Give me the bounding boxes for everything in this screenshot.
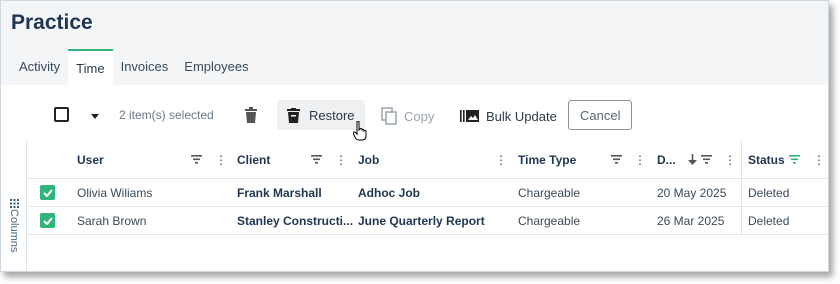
cancel-button[interactable]: Cancel (568, 100, 633, 130)
page-header: Practice Activity Time Invoices Employee… (1, 1, 828, 85)
row-checkbox[interactable] (40, 207, 55, 234)
cell-date: 26 Mar 2025 (657, 213, 725, 228)
columns-label: Columns (8, 209, 20, 253)
column-header-time-type[interactable]: Time Type (518, 141, 576, 178)
select-dropdown-caret[interactable] (91, 114, 99, 119)
sort-descending-icon[interactable] (688, 141, 697, 178)
cell-user: Sarah Brown (77, 213, 147, 228)
column-header-date[interactable]: D... (657, 141, 676, 178)
column-header-client[interactable]: Client (237, 141, 270, 178)
filter-icon[interactable] (191, 141, 202, 178)
column-header-job[interactable]: Job (358, 141, 379, 178)
cell-user: Olivia Wiliams (77, 185, 153, 200)
bulk-update-label: Bulk Update (486, 108, 557, 124)
columns-side-panel[interactable]: Columns (1, 141, 27, 271)
copy-label: Copy (404, 108, 435, 124)
bulk-update-icon (460, 109, 480, 123)
header-row: User ⋮ Client ⋮ Job ⋮ Time Type ⋮ D... ⋮… (28, 141, 828, 179)
bulk-action-toolbar: 2 item(s) selected Restore Copy Bulk Upd… (1, 85, 828, 141)
copy-icon (381, 107, 397, 125)
cell-client[interactable]: Frank Marshall (237, 179, 322, 206)
filter-icon[interactable] (611, 141, 622, 178)
filter-icon[interactable] (311, 141, 322, 178)
cell-job[interactable]: June Quarterly Report (358, 207, 485, 234)
trash-icon[interactable] (244, 107, 258, 123)
chevron-down-icon (91, 114, 99, 119)
more-vertical-icon[interactable]: ⋮ (634, 141, 646, 178)
selected-count: 2 item(s) selected (119, 108, 214, 122)
cell-time-type: Chargeable (518, 213, 581, 228)
page-title: Practice (11, 11, 93, 34)
more-vertical-icon[interactable]: ⋮ (335, 141, 347, 178)
filter-icon[interactable] (701, 141, 712, 178)
copy-button[interactable]: Copy (381, 106, 434, 126)
tab-invoices[interactable]: Invoices (113, 49, 177, 85)
cell-status: Deleted (748, 213, 790, 228)
tab-employees[interactable]: Employees (176, 49, 256, 85)
cell-time-type: Chargeable (518, 185, 581, 200)
hand-pointer-icon (353, 121, 367, 141)
tab-activity[interactable]: Activity (11, 49, 68, 85)
cell-date: 20 May 2025 (657, 185, 727, 200)
restore-bin-icon (287, 107, 300, 123)
tab-time[interactable]: Time (68, 49, 113, 85)
cell-job[interactable]: Adhoc Job (358, 179, 420, 206)
restore-button[interactable]: Restore (277, 100, 365, 130)
more-vertical-icon[interactable]: ⋮ (495, 141, 507, 178)
select-all-checkbox[interactable] (54, 107, 69, 122)
table-row[interactable]: Sarah Brown Stanley Constructi... June Q… (28, 207, 828, 235)
more-vertical-icon[interactable]: ⋮ (724, 141, 736, 178)
column-header-status[interactable]: Status (748, 141, 785, 178)
more-vertical-icon[interactable]: ⋮ (813, 141, 825, 178)
app-window: Practice Activity Time Invoices Employee… (0, 0, 829, 272)
bulk-update-button[interactable]: Bulk Update (460, 107, 557, 125)
cell-client[interactable]: Stanley Constructi... (237, 207, 353, 234)
cell-status: Deleted (748, 185, 790, 200)
restore-label: Restore (309, 107, 355, 123)
column-header-user[interactable]: User (77, 141, 104, 178)
filter-icon-active[interactable] (789, 141, 800, 178)
row-checkbox[interactable] (40, 179, 55, 206)
time-entries-grid: User ⋮ Client ⋮ Job ⋮ Time Type ⋮ D... ⋮… (28, 141, 828, 235)
tab-bar: Activity Time Invoices Employees (11, 49, 257, 85)
more-vertical-icon[interactable]: ⋮ (215, 141, 227, 178)
table-row[interactable]: Olivia Wiliams Frank Marshall Adhoc Job … (28, 179, 828, 207)
